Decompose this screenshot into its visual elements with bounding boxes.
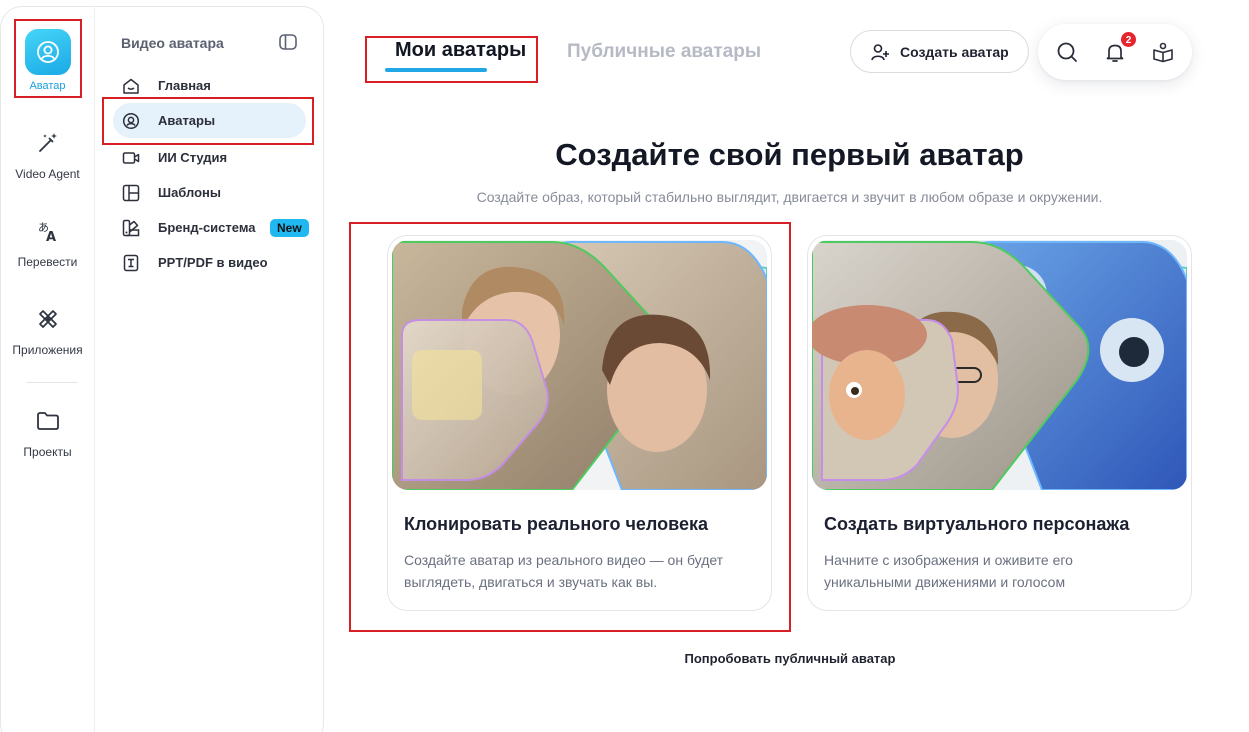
apps-icon	[26, 297, 70, 341]
nav-label-templates: Шаблоны	[158, 185, 221, 200]
try-public-avatar-link[interactable]: Попробовать публичный аватар	[590, 651, 990, 666]
app-window: Аватар Video Agent あ A Перевести Приложе…	[0, 0, 1249, 732]
folder-icon	[26, 399, 70, 443]
translate-icon: あ A	[26, 209, 70, 253]
rail-item-projects[interactable]: Проекты	[0, 399, 95, 459]
create-avatar-button[interactable]: Создать аватар	[850, 30, 1029, 73]
nav-label-ppt-pdf: PPT/PDF в видео	[158, 255, 268, 270]
rail-item-video-agent[interactable]: Video Agent	[0, 121, 95, 181]
nav-label-brand-system: Бренд-система	[158, 220, 256, 235]
card-description-line: Начните с изображения и оживите его	[824, 552, 1073, 568]
nav-item-ai-studio[interactable]: ИИ Студия	[113, 140, 306, 175]
icon-rail: Аватар Video Agent あ A Перевести Приложе…	[0, 6, 95, 732]
learn-icon[interactable]	[1151, 40, 1175, 64]
hero-subtitle: Создайте образ, который стабильно выгляд…	[476, 189, 1103, 205]
tab-public-avatars[interactable]: Публичные аватары	[567, 41, 761, 63]
document-icon	[121, 253, 141, 273]
rail-label-translate: Перевести	[17, 255, 78, 269]
nav-section-title: Видео аватара	[121, 35, 224, 51]
rail-divider	[26, 382, 78, 383]
nav-label-ai-studio: ИИ Студия	[158, 150, 228, 165]
rail-item-translate[interactable]: あ A Перевести	[0, 209, 95, 269]
card-description-line: уникальными движениями и голосом	[824, 574, 1066, 590]
virtual-character-collage-image	[812, 240, 1187, 490]
notification-count-badge: 2	[1120, 31, 1137, 48]
new-badge: New	[270, 219, 309, 237]
palette-icon	[121, 218, 141, 238]
home-icon	[121, 76, 141, 96]
create-virtual-character-card[interactable]: Создать виртуального персонажа Начните с…	[807, 235, 1192, 611]
header-tools	[1038, 24, 1192, 80]
nav-item-ppt-pdf[interactable]: PPT/PDF в видео	[113, 245, 306, 280]
svg-text:A: A	[46, 230, 56, 244]
card-description: Начните с изображения и оживите его уник…	[824, 549, 1184, 593]
highlight-box-rail-avatar	[14, 19, 82, 98]
search-icon[interactable]	[1055, 40, 1079, 64]
rail-item-apps[interactable]: Приложения	[0, 297, 95, 357]
rail-label-video-agent: Video Agent	[15, 167, 80, 181]
rail-label-apps: Приложения	[12, 343, 83, 357]
highlight-box-clone-card	[349, 222, 791, 632]
highlight-box-my-avatars-tab	[365, 36, 538, 83]
create-avatar-label: Создать аватар	[900, 43, 1009, 60]
highlight-box-nav-avatars	[102, 97, 314, 145]
nav-item-brand-system[interactable]: Бренд-система New	[113, 210, 309, 245]
card-title: Создать виртуального персонажа	[824, 514, 1130, 534]
sidebar-toggle-icon[interactable]	[279, 34, 297, 50]
rail-label-projects: Проекты	[23, 445, 72, 459]
video-camera-icon	[121, 148, 141, 168]
template-icon	[121, 183, 141, 203]
hero-title: Создайте свой первый аватар	[555, 137, 1024, 172]
nav-item-templates[interactable]: Шаблоны	[113, 175, 306, 210]
magic-wand-icon	[26, 121, 70, 165]
add-user-icon	[870, 42, 890, 62]
nav-label-home: Главная	[158, 78, 211, 93]
